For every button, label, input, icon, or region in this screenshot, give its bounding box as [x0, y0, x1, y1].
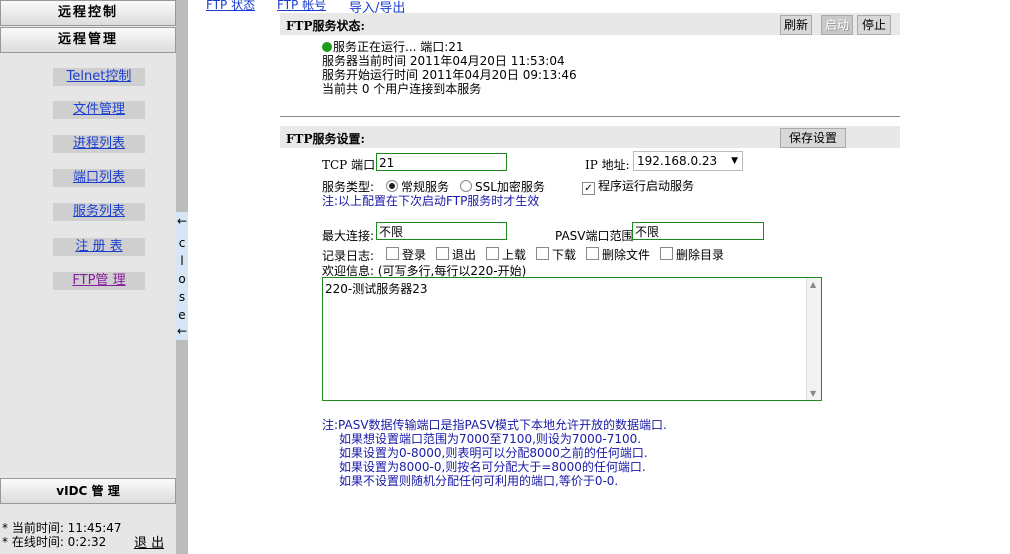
tab-ftp-account[interactable]: FTP 帐号: [277, 0, 326, 13]
checkbox-icon: [536, 247, 549, 260]
section-divider: [280, 116, 900, 117]
max-connections-label: 最大连接:: [322, 229, 375, 243]
checkbox-icon: [436, 247, 449, 260]
welcome-message-text: 220-测试服务器23: [325, 282, 428, 296]
refresh-button[interactable]: 刷新: [780, 15, 812, 35]
checkbox-checked-icon: ✓: [582, 182, 595, 195]
radio-checked-icon: [386, 180, 398, 192]
close-letter: l: [180, 254, 184, 268]
save-settings-button[interactable]: 保存设置: [780, 128, 846, 148]
log-logout-label: 退出: [452, 248, 477, 262]
sidebar-item-ftp-manage[interactable]: FTP管 理: [53, 272, 145, 290]
sidebar-item-file-manage[interactable]: 文件管理: [53, 101, 145, 119]
log-upload-checkbox[interactable]: 上载: [486, 246, 526, 263]
arrow-left-icon: ←: [176, 214, 188, 228]
connected-users-text: 当前共 0 个用户连接到本服务: [322, 82, 482, 96]
start-button[interactable]: 启动: [821, 15, 853, 35]
log-delete-file-checkbox[interactable]: 删除文件: [586, 246, 650, 263]
settings-note: 注:以上配置在下次启动FTP服务时才生效: [322, 194, 540, 208]
close-letter: o: [178, 272, 186, 286]
scroll-up-icon[interactable]: ▲: [810, 280, 816, 289]
sidebar-header-vidc[interactable]: vIDC 管 理: [0, 478, 176, 504]
checkbox-icon: [486, 247, 499, 260]
status-section-header: FTP服务状态: 刷新 启动 停止: [280, 13, 900, 35]
sidebar-item-telnet[interactable]: Telnet控制: [53, 68, 145, 86]
pasv-note-line: 如果不设置则随机分配任何可利用的端口,等价于0-0.: [339, 474, 619, 488]
log-login-checkbox[interactable]: 登录: [386, 246, 426, 263]
status-section-title: FTP服务状态:: [286, 19, 365, 33]
online-time-text: * 在线时间: 0:2:32: [2, 535, 107, 549]
max-connections-input[interactable]: 不限: [376, 222, 507, 240]
sidebar-header-remote-manage[interactable]: 远程管理: [0, 27, 176, 53]
ip-address-select[interactable]: 192.168.0.23 ▼: [633, 151, 743, 171]
checkbox-icon: [586, 247, 599, 260]
close-sidebar-toggle[interactable]: ← c l o s e ←: [176, 212, 188, 340]
autostart-label: 程序运行启动服务: [598, 179, 695, 193]
log-logout-checkbox[interactable]: 退出: [436, 246, 476, 263]
stop-button[interactable]: 停止: [857, 15, 891, 35]
tcp-port-input[interactable]: 21: [376, 153, 507, 171]
tab-ftp-status[interactable]: FTP 状态: [206, 0, 255, 13]
sidebar: 远程控制 远程管理 Telnet控制 文件管理 进程列表 端口列表 服务列表 注…: [0, 0, 176, 554]
textarea-scrollbar[interactable]: ▲ ▼: [806, 278, 821, 400]
status-green-dot-icon: [322, 42, 332, 52]
ip-address-value: 192.168.0.23: [637, 154, 718, 168]
settings-section-title: FTP服务设置:: [286, 132, 365, 146]
log-download-label: 下载: [552, 248, 577, 262]
autostart-checkbox[interactable]: ✓ 程序运行启动服务: [582, 177, 694, 195]
pasv-range-label: PASV端口范围:: [555, 229, 638, 243]
tcp-port-label: TCP 端口:: [322, 158, 380, 172]
close-letter: e: [178, 308, 186, 322]
scroll-down-icon[interactable]: ▼: [810, 389, 816, 398]
log-delete-dir-label: 删除目录: [676, 248, 725, 262]
sidebar-item-port-list[interactable]: 端口列表: [53, 169, 145, 187]
radio-unchecked-icon: [460, 180, 472, 192]
sidebar-item-service-list[interactable]: 服务列表: [53, 203, 145, 221]
logout-link[interactable]: 退 出: [134, 532, 164, 551]
chevron-down-icon: ▼: [731, 156, 738, 166]
close-letter: s: [178, 290, 186, 304]
pasv-range-input[interactable]: 不限: [632, 222, 764, 240]
settings-section-header: FTP服务设置: 保存设置: [280, 126, 900, 148]
log-delete-file-label: 删除文件: [602, 248, 651, 262]
log-login-label: 登录: [402, 248, 427, 262]
welcome-message-textarea[interactable]: 220-测试服务器23 ▲ ▼: [322, 277, 822, 401]
log-delete-dir-checkbox[interactable]: 删除目录: [660, 246, 724, 263]
sidebar-header-remote-control[interactable]: 远程控制: [0, 0, 176, 26]
sidebar-item-process-list[interactable]: 进程列表: [53, 135, 145, 153]
arrow-left-icon: ←: [176, 324, 188, 338]
sidebar-item-registry[interactable]: 注 册 表: [53, 238, 145, 256]
ip-address-label: IP 地址:: [585, 158, 630, 172]
checkbox-icon: [386, 247, 399, 260]
log-upload-label: 上载: [502, 248, 527, 262]
close-letter: c: [178, 236, 186, 250]
log-download-checkbox[interactable]: 下载: [536, 246, 576, 263]
checkbox-icon: [660, 247, 673, 260]
